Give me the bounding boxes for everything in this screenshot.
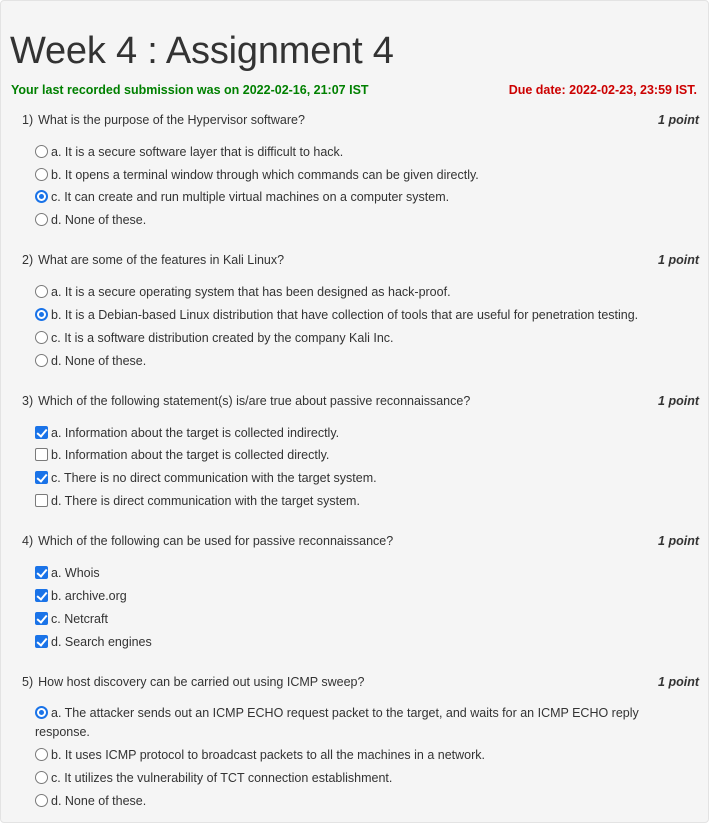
page-title: Week 4 : Assignment 4 [10,30,394,72]
option-q5-c[interactable]: c. It utilizes the vulnerability of TCT … [35,769,695,788]
option-label: c. It can create and run multiple virtua… [51,190,450,204]
question-prompt: Which of the following statement(s) is/a… [38,394,471,408]
option-q3-a[interactable]: a. Information about the target is colle… [35,424,695,443]
option-label: a. It is a secure operating system that … [51,285,451,299]
option-q5-d[interactable]: d. None of these. [35,792,695,811]
option-q2-d[interactable]: d. None of these. [35,352,695,371]
checkbox[interactable] [35,471,48,484]
checkbox[interactable] [35,566,48,579]
question-points: 1 point [658,534,699,548]
radio-button[interactable] [35,145,48,158]
option-q1-a[interactable]: a. It is a secure software layer that is… [35,143,695,162]
option-label: a. It is a secure software layer that is… [51,145,344,159]
option-q1-b[interactable]: b. It opens a terminal window through wh… [35,166,695,185]
option-q3-b[interactable]: b. Information about the target is colle… [35,446,695,465]
question-text: 4) Which of the following can be used for… [22,534,393,548]
option-label: d. None of these. [51,354,147,368]
radio-button[interactable] [35,354,48,367]
checkbox[interactable] [35,589,48,602]
due-date: Due date: 2022-02-23, 23:59 IST. [508,83,697,97]
question-points: 1 point [658,675,699,689]
option-q2-b[interactable]: b. It is a Debian-based Linux distributi… [35,306,695,325]
question-text: 2) What are some of the features in Kali … [22,253,284,267]
option-label: b. Information about the target is colle… [51,448,330,462]
question-prompt: How host discovery can be carried out us… [38,675,365,689]
radio-button[interactable] [35,285,48,298]
radio-button[interactable] [35,706,48,719]
question-prompt: Which of the following can be used for p… [38,534,394,548]
option-q4-d[interactable]: d. Search engines [35,633,695,652]
radio-button[interactable] [35,168,48,181]
radio-button[interactable] [35,190,48,203]
question-number: 3) [22,394,34,408]
question-points: 1 point [658,253,699,267]
checkbox[interactable] [35,494,48,507]
option-label: d. There is direct communication with th… [51,494,360,508]
option-label: a. The attacker sends out an ICMP ECHO r… [35,706,639,739]
submission-status: Your last recorded submission was on 202… [11,83,369,97]
option-label: b. It opens a terminal window through wh… [51,168,479,182]
option-label: c. It is a software distribution created… [51,331,394,345]
question-number: 2) [22,253,34,267]
option-q3-d[interactable]: d. There is direct communication with th… [35,492,695,511]
option-label: a. Whois [51,566,100,580]
option-label: c. It utilizes the vulnerability of TCT … [51,771,393,785]
radio-button[interactable] [35,771,48,784]
option-label: b. It uses ICMP protocol to broadcast pa… [51,748,486,762]
question-prompt: What are some of the features in Kali Li… [38,253,285,267]
question-prompt: What is the purpose of the Hypervisor so… [38,113,305,127]
radio-button[interactable] [35,794,48,807]
radio-button[interactable] [35,213,48,226]
option-q4-c[interactable]: c. Netcraft [35,610,695,629]
assignment-panel: Week 4 : Assignment 4 Your last recorded… [0,0,709,823]
radio-button[interactable] [35,748,48,761]
checkbox[interactable] [35,426,48,439]
option-q3-c[interactable]: c. There is no direct communication with… [35,469,695,488]
checkbox[interactable] [35,635,48,648]
question-points: 1 point [658,394,699,408]
option-q2-a[interactable]: a. It is a secure operating system that … [35,283,695,302]
option-label: d. None of these. [51,213,147,227]
question-number: 5) [22,675,34,689]
option-q1-d[interactable]: d. None of these. [35,211,695,230]
question-text: 1) What is the purpose of the Hypervisor … [22,113,305,127]
question-text: 3) Which of the following statement(s) is… [22,394,470,408]
option-label: b. archive.org [51,589,127,603]
option-label: c. Netcraft [51,612,108,626]
radio-button[interactable] [35,331,48,344]
option-label: d. None of these. [51,794,147,808]
question-text: 5) How host discovery can be carried out … [22,675,364,689]
checkbox[interactable] [35,612,48,625]
option-q1-c[interactable]: c. It can create and run multiple virtua… [35,188,695,207]
question-number: 1) [22,113,34,127]
question-number: 4) [22,534,34,548]
option-q4-a[interactable]: a. Whois [35,564,695,583]
option-q2-c[interactable]: c. It is a software distribution created… [35,329,695,348]
option-label: b. It is a Debian-based Linux distributi… [51,308,639,322]
checkbox[interactable] [35,448,48,461]
option-label: a. Information about the target is colle… [51,426,340,440]
option-label: c. There is no direct communication with… [51,471,377,485]
radio-button[interactable] [35,308,48,321]
option-q5-a[interactable]: a. The attacker sends out an ICMP ECHO r… [35,704,655,742]
question-points: 1 point [658,113,699,127]
option-q5-b[interactable]: b. It uses ICMP protocol to broadcast pa… [35,746,695,765]
option-label: d. Search engines [51,635,152,649]
option-q4-b[interactable]: b. archive.org [35,587,695,606]
